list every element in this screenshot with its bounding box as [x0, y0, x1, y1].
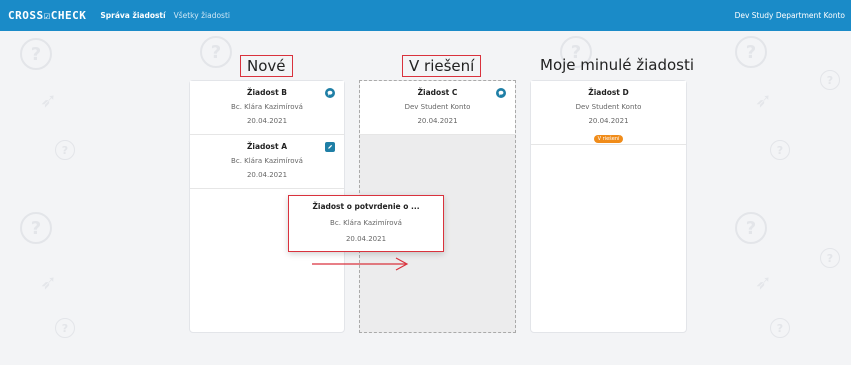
card-date: 20.04.2021 — [246, 117, 288, 125]
chat-bubble-icon[interactable] — [325, 88, 335, 98]
question-mark-icon: ? — [55, 140, 75, 160]
card-date: 20.04.2021 — [417, 117, 458, 125]
card-title: Žiadost o potvrdenie o ... — [312, 202, 420, 211]
card-person: Dev Student Konto — [575, 103, 642, 111]
card-person: Bc. Klára Kazimírová — [231, 157, 303, 165]
top-navbar: CROSS☑CHECK Správa žiadostí Všetky žiado… — [0, 0, 851, 31]
question-mark-icon: ? — [770, 318, 790, 338]
question-mark-icon: ? — [200, 36, 232, 68]
request-card[interactable]: Žiadost D Dev Student Konto 20.04.2021 V… — [531, 81, 686, 145]
question-mark-icon: ? — [735, 212, 767, 244]
card-person: Bc. Klára Kazimírová — [330, 219, 402, 227]
card-title: Žiadost A — [246, 142, 288, 151]
column-heading-past-requests: Moje minulé žiadosti — [540, 56, 695, 74]
card-person: Bc. Klára Kazimírová — [231, 103, 303, 111]
question-mark-icon: ? — [820, 248, 840, 268]
card-date: 20.04.2021 — [246, 171, 288, 179]
nav-link-all-requests[interactable]: Všetky žiadosti — [174, 11, 230, 20]
question-mark-icon: ? — [770, 140, 790, 160]
chat-bubble-icon[interactable] — [496, 88, 506, 98]
column-heading-in-progress: V riešení — [402, 55, 482, 77]
status-badge: V riešení — [593, 135, 624, 143]
request-card[interactable]: Žiadost C Dev Student Konto 20.04.2021 — [360, 81, 515, 135]
column-past-requests[interactable]: Žiadost D Dev Student Konto 20.04.2021 V… — [530, 80, 687, 333]
rocket-icon: ➶ — [755, 270, 772, 294]
edit-icon[interactable] — [325, 142, 335, 152]
question-mark-icon: ? — [735, 36, 767, 68]
card-date: 20.04.2021 — [345, 235, 387, 243]
card-title: Žiadost D — [588, 88, 629, 97]
card-date: 20.04.2021 — [588, 117, 629, 125]
rocket-icon: ➶ — [755, 88, 772, 112]
drag-arrow-icon — [312, 257, 409, 271]
question-mark-icon: ? — [820, 70, 840, 90]
user-account-link[interactable]: Dev Study Department Konto — [735, 11, 845, 20]
question-mark-icon: ? — [55, 318, 75, 338]
question-mark-icon: ? — [20, 38, 52, 70]
request-card[interactable]: Žiadost B Bc. Klára Kazimírová 20.04.202… — [190, 81, 344, 135]
card-person: Dev Student Konto — [404, 103, 471, 111]
dragged-request-card[interactable]: Žiadost o potvrdenie o ... Bc. Klára Kaz… — [288, 195, 444, 252]
brand-logo[interactable]: CROSS☑CHECK — [8, 9, 86, 22]
question-mark-icon: ? — [20, 212, 52, 244]
request-card[interactable]: Žiadost A Bc. Klára Kazimírová 20.04.202… — [190, 135, 344, 189]
column-heading-new: Nové — [240, 55, 293, 77]
rocket-icon: ➶ — [40, 88, 57, 112]
nav-link-request-management[interactable]: Správa žiadostí — [100, 11, 165, 20]
card-title: Žiadost B — [247, 88, 287, 97]
card-title: Žiadost C — [417, 88, 458, 97]
rocket-icon: ➶ — [40, 270, 57, 294]
